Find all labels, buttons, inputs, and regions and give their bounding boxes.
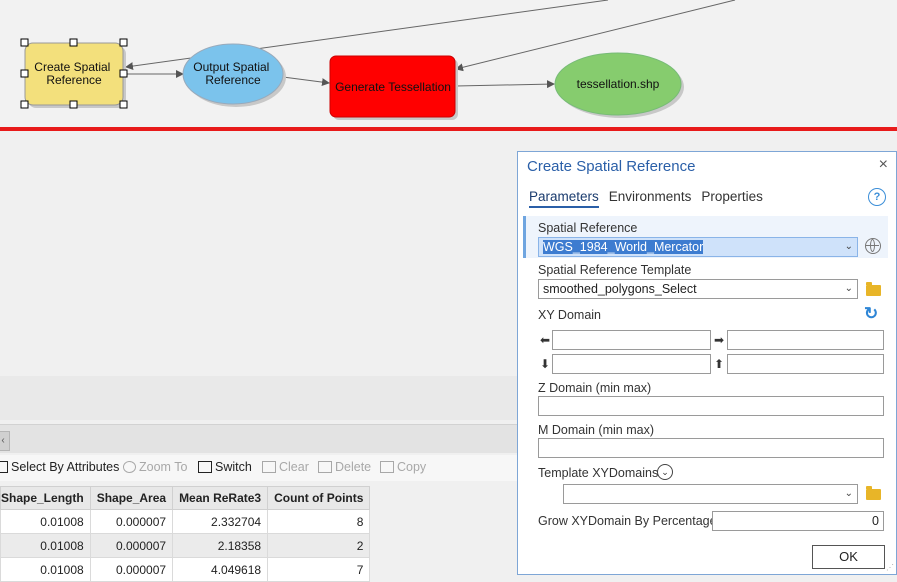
table-select-icon: [0, 461, 8, 473]
clear-icon: [262, 461, 276, 473]
copy-icon: [380, 461, 394, 473]
switch-button[interactable]: Switch: [198, 460, 252, 474]
arrow-down-icon: ⬇: [540, 357, 551, 371]
spatial-reference-value: WGS_1984_World_Mercator: [543, 240, 704, 254]
close-icon[interactable]: ×: [879, 156, 888, 174]
table-cell[interactable]: 0.000007: [89, 557, 174, 582]
arrow-up-icon: ⬆: [714, 357, 725, 371]
model-canvas[interactable]: Create Spatial Reference Output Spatial …: [0, 0, 897, 128]
expand-chevron-icon[interactable]: ⌄: [657, 464, 673, 480]
chevron-down-icon[interactable]: ⌄: [845, 280, 853, 298]
grow-label: Grow XYDomain By Percentage: [538, 514, 717, 528]
table-cell[interactable]: 2.18358: [172, 533, 269, 558]
table-row[interactable]: 0.01008 0.000007 4.049618 7: [0, 557, 371, 582]
table-cell[interactable]: 0.01008: [0, 533, 91, 558]
dialog-title: Create Spatial Reference: [527, 158, 696, 175]
spatial-reference-input[interactable]: WGS_1984_World_Mercator ⌄: [538, 237, 858, 257]
zoom-to-button[interactable]: Zoom To: [123, 460, 187, 474]
node-label-tessellation: tessellation.shp: [577, 77, 660, 91]
table-cell[interactable]: 4.049618: [172, 557, 269, 582]
chevron-down-icon[interactable]: ⌄: [845, 485, 853, 503]
xy-domain-ymin-input[interactable]: [552, 354, 711, 374]
node-label-generate: Generate Tessellation: [335, 80, 451, 94]
table-row[interactable]: 0.01008 0.000007 2.18358 2: [0, 533, 371, 558]
z-domain-input[interactable]: [538, 396, 884, 416]
model-diagram: Create Spatial Reference Output Spatial …: [20, 0, 736, 120]
help-icon[interactable]: ?: [868, 188, 886, 206]
grow-value: 0: [872, 514, 879, 528]
chevron-down-icon[interactable]: ⌄: [845, 238, 853, 256]
xy-domain-label: XY Domain: [538, 308, 601, 322]
column-header[interactable]: Mean ReRate3: [172, 486, 269, 510]
pane-strip: [0, 376, 520, 420]
table-cell[interactable]: 0.000007: [89, 509, 174, 534]
template-value: smoothed_polygons_Select: [543, 282, 697, 296]
xy-domain-xmax-input[interactable]: [727, 330, 884, 350]
refresh-icon[interactable]: ↻: [864, 305, 878, 322]
table-cell[interactable]: 8: [267, 509, 371, 534]
column-header[interactable]: Count of Points: [267, 486, 371, 510]
delete-button[interactable]: Delete: [318, 460, 371, 474]
tab-properties[interactable]: Properties: [701, 189, 763, 208]
spatial-reference-label: Spatial Reference: [538, 221, 638, 235]
dialog-tabs: Parameters Environments Properties: [529, 189, 763, 208]
column-header[interactable]: Shape_Area: [89, 486, 174, 510]
xy-domain-xmin-input[interactable]: [552, 330, 711, 350]
table-cell[interactable]: 2: [267, 533, 371, 558]
connector-output-to-generate: [282, 76, 330, 87]
select-by-attributes-button[interactable]: Select By Attributes: [0, 460, 119, 474]
folder-icon[interactable]: [866, 486, 881, 500]
resize-grip-icon[interactable]: ⋰: [886, 563, 894, 572]
delete-icon: [318, 461, 332, 473]
tab-scroll-left[interactable]: ‹: [0, 431, 10, 451]
template-label: Spatial Reference Template: [538, 263, 692, 277]
table-cell[interactable]: 2.332704: [172, 509, 269, 534]
folder-icon[interactable]: [866, 282, 881, 296]
attribute-table: Shape_Length Shape_Area Mean ReRate3 Cou…: [0, 486, 371, 582]
m-domain-input[interactable]: [538, 438, 884, 458]
arrow-left-icon: ⬅: [540, 333, 551, 347]
template-select[interactable]: smoothed_polygons_Select ⌄: [538, 279, 858, 299]
table-cell[interactable]: 0.000007: [89, 533, 174, 558]
arrow-right-icon: ➡: [714, 333, 725, 347]
m-domain-label: M Domain (min max): [538, 423, 654, 437]
table-cell[interactable]: 0.01008: [0, 509, 91, 534]
table-toolbar: Select By Attributes Zoom To Switch Clea…: [0, 455, 520, 481]
z-domain-label: Z Domain (min max): [538, 381, 652, 395]
column-header[interactable]: Shape_Length: [0, 486, 91, 510]
table-cell[interactable]: 0.01008: [0, 557, 91, 582]
globe-icon[interactable]: [865, 238, 881, 254]
ok-button[interactable]: OK: [812, 545, 885, 569]
table-row[interactable]: 0.01008 0.000007 2.332704 8: [0, 509, 371, 534]
create-spatial-reference-dialog: Create Spatial Reference × Parameters En…: [517, 151, 897, 575]
table-header-row: Shape_Length Shape_Area Mean ReRate3 Cou…: [0, 486, 371, 510]
table-cell[interactable]: 7: [267, 557, 371, 582]
xy-domain-ymax-input[interactable]: [727, 354, 884, 374]
template-xy-label: Template XYDomains: [538, 466, 659, 480]
switch-icon: [198, 461, 212, 473]
tab-parameters[interactable]: Parameters: [529, 189, 599, 208]
grow-input[interactable]: 0: [712, 511, 884, 531]
template-xy-select[interactable]: ⌄: [563, 484, 858, 504]
copy-button[interactable]: Copy: [380, 460, 426, 474]
connector-generate-to-shp: [455, 80, 555, 89]
tab-environments[interactable]: Environments: [609, 189, 692, 208]
clear-button[interactable]: Clear: [262, 460, 309, 474]
selected-parameter-bar: [523, 216, 526, 258]
table-tab-bar: ‹: [0, 424, 520, 453]
zoom-icon: [123, 461, 136, 473]
